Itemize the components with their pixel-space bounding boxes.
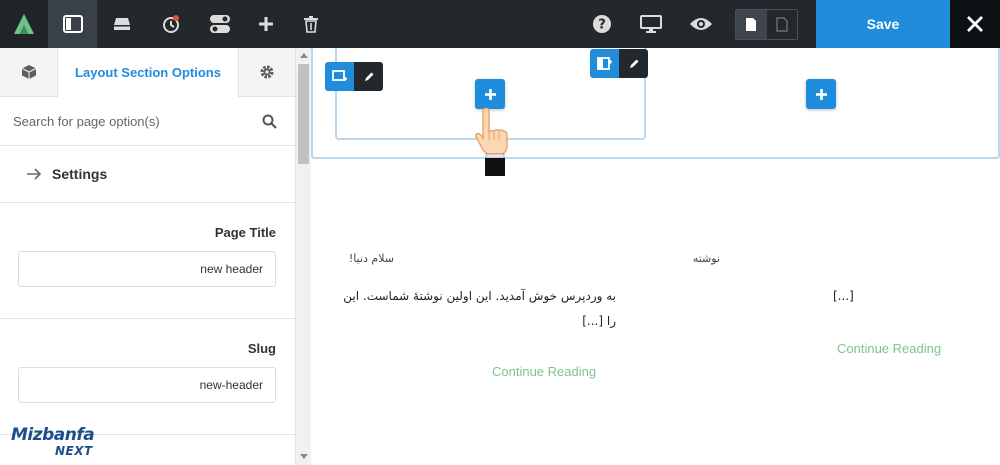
page-document-outline-icon: [776, 17, 788, 32]
header-footer-button[interactable]: [97, 0, 146, 48]
column-controls: [325, 62, 383, 91]
desktop-preview-button[interactable]: [634, 0, 668, 48]
header-footer-icon: [113, 18, 130, 30]
section-add-button[interactable]: [590, 49, 619, 78]
eye-preview-icon: [690, 18, 712, 30]
section-controls: [590, 49, 648, 78]
add-element-button[interactable]: [244, 0, 288, 48]
page-title-field: Page Title: [0, 203, 295, 319]
slug-input[interactable]: [18, 367, 276, 403]
add-element-column-2-button[interactable]: [806, 79, 836, 109]
scroll-down-arrow[interactable]: [300, 454, 308, 459]
scrollbar-thumb[interactable]: [298, 64, 309, 164]
layout-panel-button[interactable]: [48, 0, 97, 48]
watermark-line2: NEXT: [55, 444, 93, 458]
scroll-up-arrow[interactable]: [300, 53, 308, 58]
help-button[interactable]: ?: [586, 0, 618, 48]
post-1-excerpt-line1: به وردپرس خوش آمدید. این اولین نوشتهٔ شم…: [343, 289, 616, 303]
settings-back-row[interactable]: Settings: [0, 146, 295, 203]
top-toolbar: ? Save: [0, 0, 1000, 48]
layout-panel-icon: [62, 15, 83, 33]
delete-button[interactable]: [288, 0, 334, 48]
builder-canvas: سلام دنیا! به وردپرس خوش آمدید. این اولی…: [311, 48, 1000, 465]
mizbanfa-watermark: Mizbanfa NEXT: [8, 425, 108, 461]
pencil-icon: [629, 59, 638, 68]
page-document-button[interactable]: [736, 10, 767, 39]
gear-icon: [260, 65, 274, 79]
close-button[interactable]: [950, 0, 1000, 48]
settings-label: Settings: [52, 166, 108, 182]
tab-layout-section-options[interactable]: Layout Section Options: [57, 48, 239, 97]
svg-text:?: ?: [598, 18, 606, 33]
close-icon: [967, 16, 983, 32]
sidebar-tabs: Layout Section Options: [0, 48, 295, 97]
plus-icon: [484, 88, 496, 100]
plus-icon: [815, 88, 827, 100]
search-icon[interactable]: [262, 114, 277, 129]
post-1-title[interactable]: سلام دنیا!: [349, 252, 394, 265]
page-document-icon: [746, 18, 757, 31]
arrow-right-icon: [27, 168, 42, 180]
sidebar-scrollbar[interactable]: [295, 48, 311, 465]
page-document-alt-button[interactable]: [767, 10, 798, 39]
toggles-button[interactable]: [195, 0, 244, 48]
toggle-switches-icon: [209, 15, 230, 33]
column-add-button[interactable]: [325, 62, 354, 91]
page-title-input[interactable]: [18, 251, 276, 287]
brand-logo-icon[interactable]: [0, 0, 48, 48]
column-add-icon: [331, 69, 347, 81]
option-search: [0, 97, 295, 146]
pencil-icon: [364, 72, 373, 81]
trash-icon: [304, 16, 318, 33]
section-layout-icon: [596, 56, 612, 70]
hand-pointer-icon: [475, 108, 508, 176]
post-1-excerpt: به وردپرس خوش آمدید. این اولین نوشتهٔ شم…: [326, 284, 616, 334]
column-edit-button[interactable]: [354, 62, 383, 91]
add-element-column-1-button[interactable]: [475, 79, 505, 109]
post-1-continue-link[interactable]: Continue Reading: [492, 364, 596, 379]
watermark-line1: Mizbanfa: [11, 425, 95, 445]
add-icon: [259, 17, 273, 31]
preview-button[interactable]: [684, 0, 718, 48]
post-2-excerpt: [...]: [833, 289, 854, 303]
save-button[interactable]: Save: [816, 0, 950, 48]
section-edit-button[interactable]: [619, 49, 648, 78]
cube-icon: [21, 65, 36, 79]
slug-field: Slug: [0, 319, 295, 435]
history-icon: [162, 15, 179, 33]
history-button[interactable]: [146, 0, 195, 48]
tab-builder[interactable]: [0, 48, 57, 96]
options-sidebar: Layout Section Options Settings Page Tit…: [0, 48, 295, 465]
tab-settings[interactable]: [239, 48, 295, 96]
post-2-continue-link[interactable]: Continue Reading: [837, 341, 941, 356]
post-2-title[interactable]: نوشته: [693, 252, 720, 265]
slug-label: Slug: [247, 341, 276, 356]
page-toggle-group: [735, 9, 798, 40]
post-1-excerpt-line2: را [...]: [582, 314, 616, 328]
page-title-label: Page Title: [214, 225, 276, 240]
search-input[interactable]: [0, 97, 250, 145]
help-icon: ?: [593, 15, 611, 33]
desktop-preview-icon: [640, 15, 662, 33]
